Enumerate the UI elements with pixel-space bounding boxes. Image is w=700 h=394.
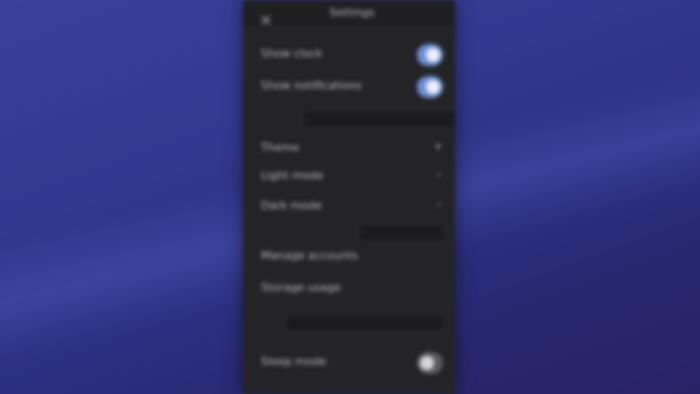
link-label: Storage usage [261, 281, 341, 294]
section-divider [361, 226, 443, 240]
theme-option-light[interactable]: Light mode › [243, 164, 455, 190]
close-icon[interactable]: ✕ [257, 12, 275, 30]
theme-option-dark[interactable]: Dark mode › [243, 194, 455, 220]
settings-panel: ✕ Settings Show clock Show notifications… [243, 0, 455, 394]
link-label: Manage accounts [261, 249, 358, 262]
setting-row-show-notifications[interactable]: Show notifications [243, 74, 455, 100]
link-storage-usage[interactable]: Storage usage [243, 276, 455, 302]
show-notifications-toggle[interactable] [417, 76, 443, 98]
show-clock-toggle[interactable] [417, 44, 443, 66]
setting-label: Sleep mode [261, 355, 327, 368]
chevron-right-icon: › [436, 198, 441, 211]
link-manage-accounts[interactable]: Manage accounts [243, 244, 455, 270]
panel-header: ✕ Settings [243, 0, 455, 30]
setting-label: Show clock [261, 47, 323, 60]
theme-option-label: Light mode [261, 169, 324, 182]
setting-row-sleep-mode[interactable]: Sleep mode [243, 350, 455, 376]
setting-row-show-clock[interactable]: Show clock [243, 42, 455, 68]
sleep-mode-toggle[interactable] [417, 352, 443, 374]
theme-heading: Theme [261, 141, 299, 154]
chevron-icon: ▾ [435, 140, 441, 153]
setting-label: Show notifications [261, 79, 362, 92]
chevron-right-icon: › [436, 168, 441, 181]
section-divider [305, 112, 455, 126]
theme-option-label: Dark mode [261, 199, 322, 212]
section-divider [287, 316, 443, 330]
theme-heading-row: Theme ▾ [243, 136, 455, 162]
panel-title: Settings [329, 6, 375, 19]
